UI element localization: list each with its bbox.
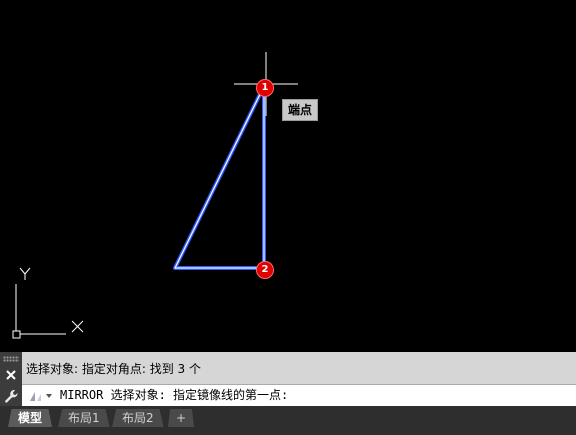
- close-icon[interactable]: [3, 367, 19, 383]
- command-prompt-icon[interactable]: [26, 388, 54, 404]
- command-line-panel: 选择对象: 指定对角点: 找到 3 个 MIRROR 选择对象: 指定镜像线的第…: [0, 352, 576, 406]
- ucs-icon: [12, 267, 84, 339]
- command-current-text: MIRROR 选择对象: 指定镜像线的第一点:: [60, 388, 289, 402]
- grip-marker-1[interactable]: 1: [256, 79, 274, 97]
- drag-grip-icon[interactable]: [3, 356, 19, 362]
- osnap-endpoint-tooltip: 端点: [282, 99, 319, 121]
- grip-marker-2[interactable]: 2: [256, 261, 274, 279]
- command-history-line: 选择对象: 指定对角点: 找到 3 个: [22, 358, 576, 380]
- wrench-icon[interactable]: [3, 388, 19, 404]
- layout-tab-bar: 模型 布局1 布局2 +: [0, 406, 576, 435]
- tab-model[interactable]: 模型: [8, 409, 53, 427]
- add-layout-button[interactable]: +: [168, 409, 195, 427]
- selected-triangle[interactable]: [173, 85, 266, 270]
- command-line-sidebar: [0, 352, 22, 406]
- command-input[interactable]: MIRROR 选择对象: 指定镜像线的第一点:: [22, 384, 576, 406]
- tab-layout1[interactable]: 布局1: [58, 409, 110, 427]
- tab-layout2[interactable]: 布局2: [112, 409, 164, 427]
- drawing-canvas[interactable]: [0, 0, 576, 352]
